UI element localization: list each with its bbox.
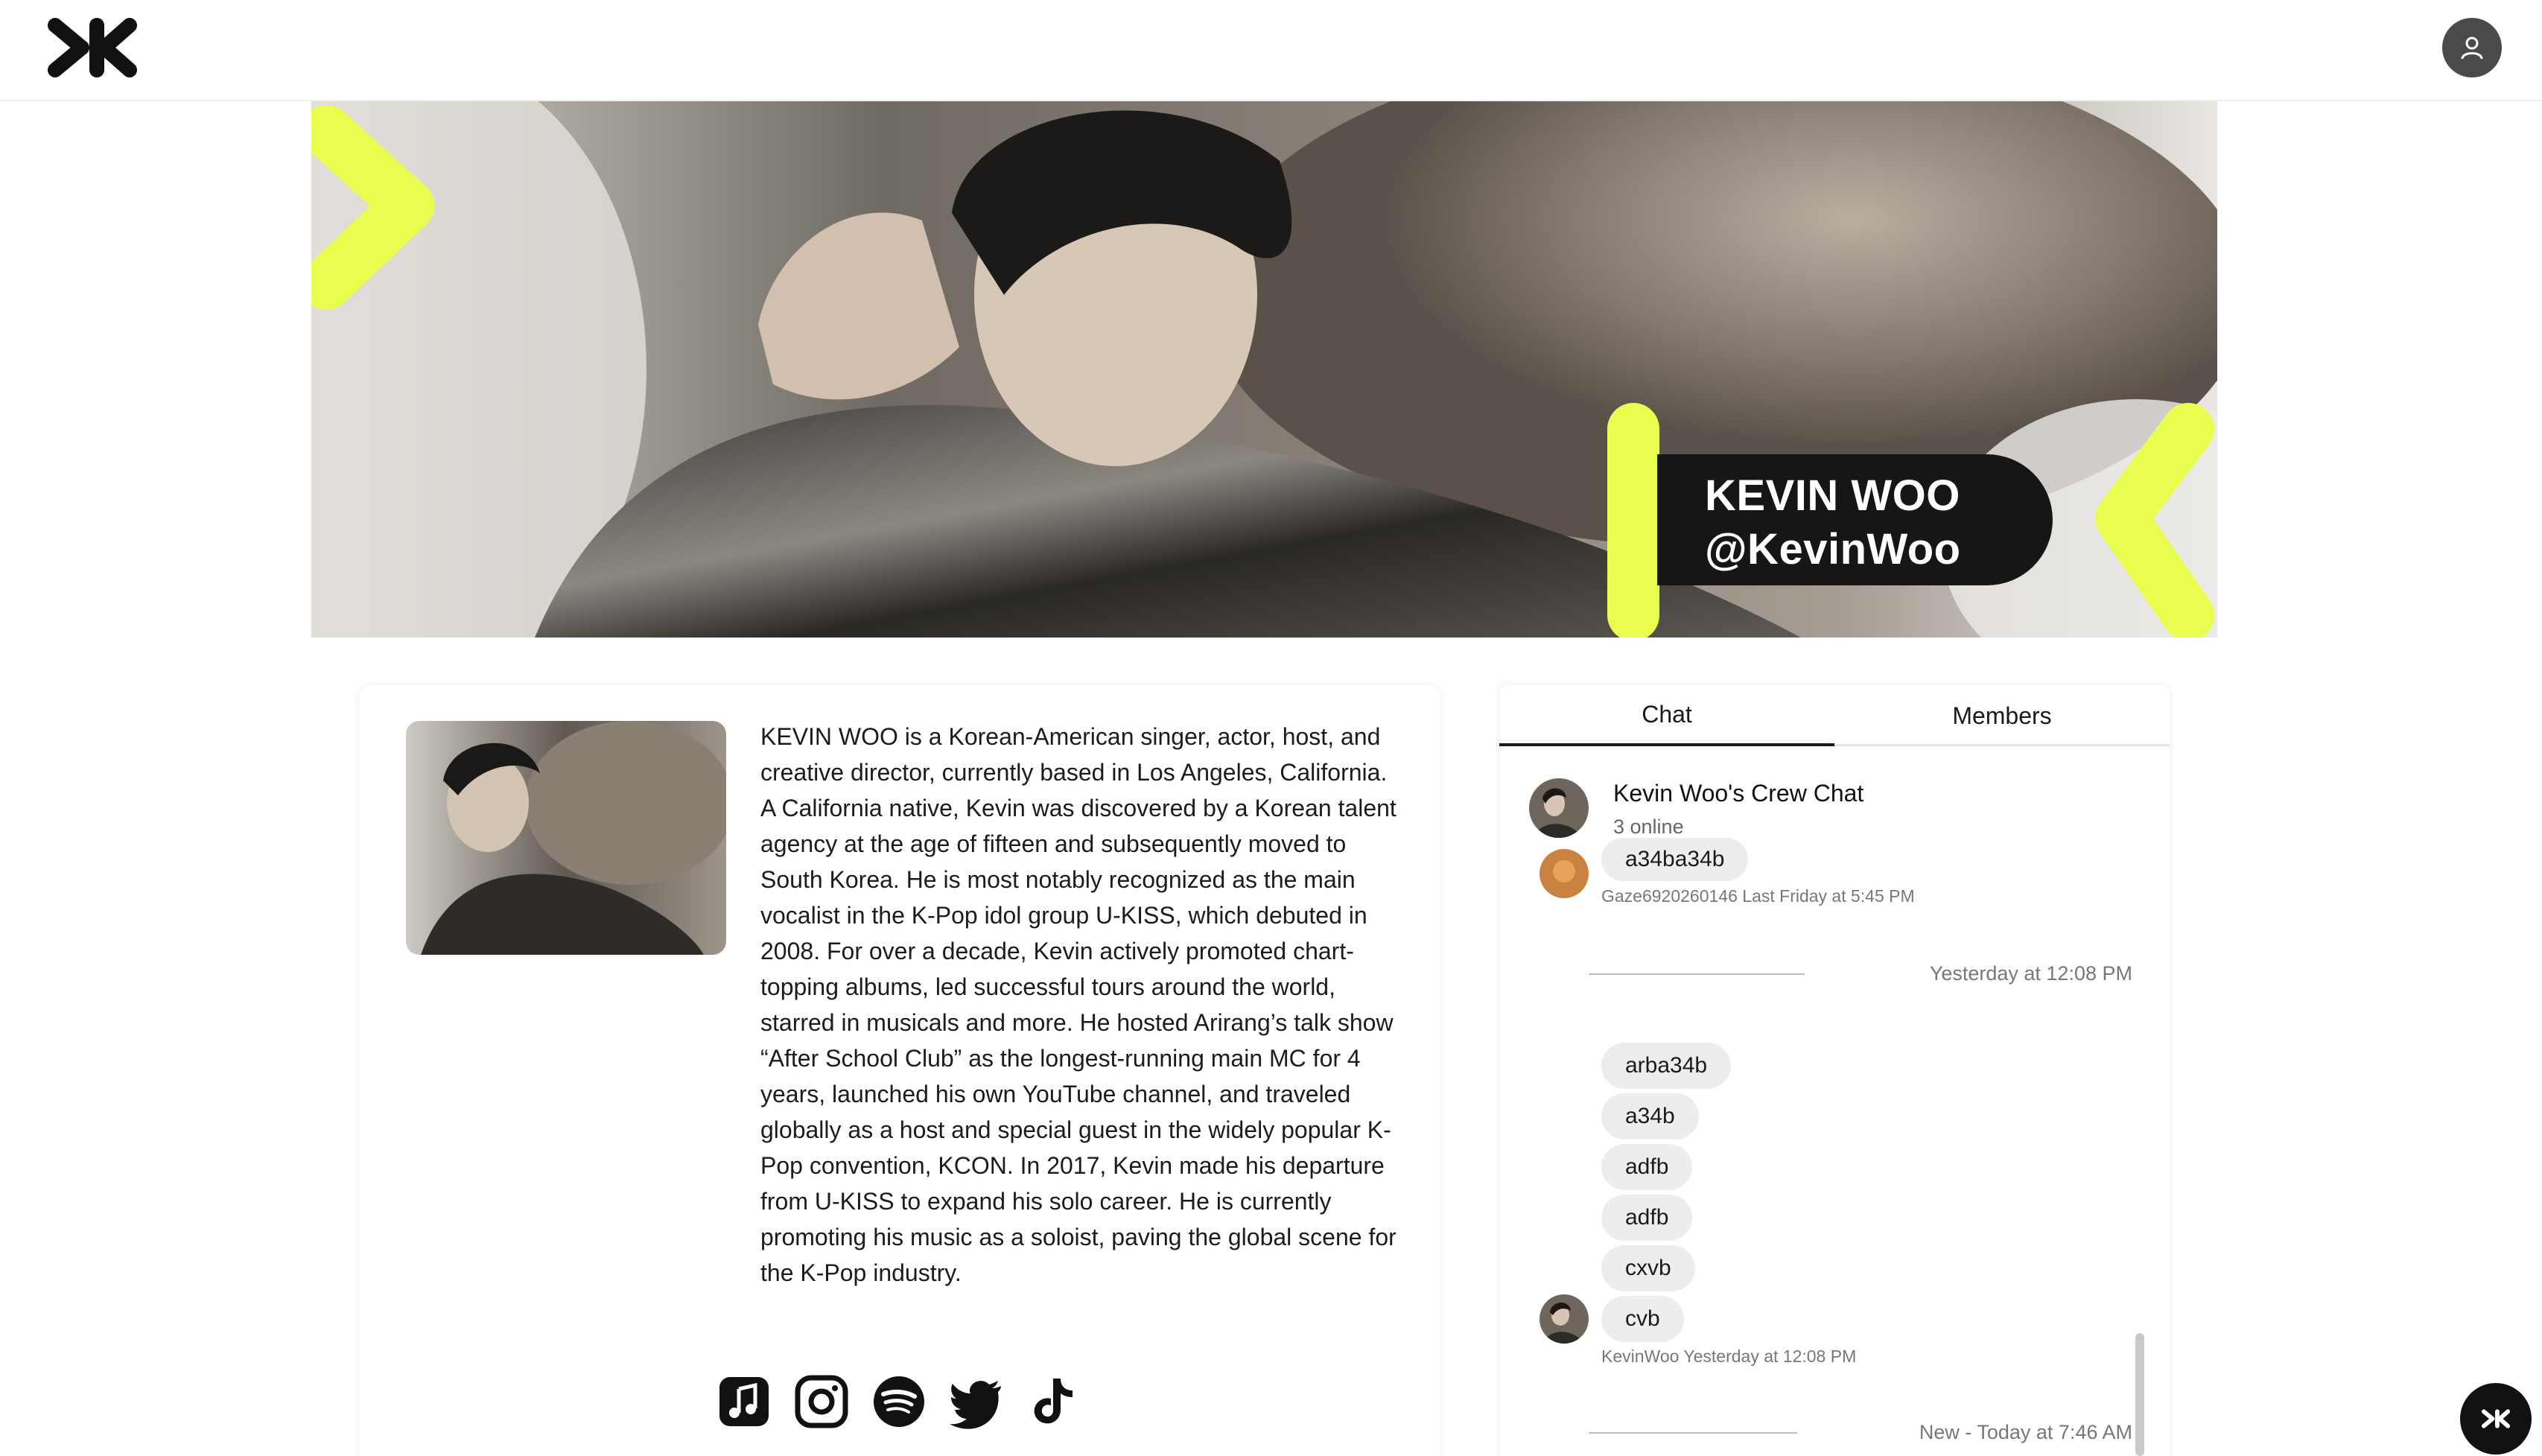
message-list[interactable]: a34ba34b Gaze6920260146 Last Friday at 5… bbox=[1499, 838, 2170, 1456]
tab-members[interactable]: Members bbox=[1834, 685, 2170, 746]
message-bubble: cxvb bbox=[1601, 1245, 1695, 1291]
artist-thumbnail bbox=[406, 721, 726, 955]
tab-chat[interactable]: Chat bbox=[1499, 685, 1834, 746]
chat-title: Kevin Woo's Crew Chat bbox=[1613, 780, 1864, 807]
sender-avatar[interactable] bbox=[1540, 849, 1589, 898]
twitter-icon[interactable] bbox=[949, 1374, 1004, 1429]
tiktok-icon[interactable] bbox=[1026, 1374, 1081, 1429]
user-icon bbox=[2461, 36, 2483, 60]
date-separator: Yesterday at 12:08 PM bbox=[1589, 959, 2132, 988]
date-separator-label: Yesterday at 12:08 PM bbox=[1929, 962, 2132, 985]
artist-bio: KEVIN WOO is a Korean-American singer, a… bbox=[760, 723, 1396, 1286]
artist-handle: @KevinWoo bbox=[1705, 525, 1961, 573]
artist-name: KEVIN WOO bbox=[1705, 471, 1960, 520]
chat-avatar bbox=[1529, 778, 1589, 838]
kk-logo-icon[interactable] bbox=[46, 18, 139, 77]
message-meta: KevinWoo Yesterday at 12:08 PM bbox=[1601, 1347, 1857, 1366]
bio-card: KEVIN WOO is a Korean-American singer, a… bbox=[359, 685, 1440, 1456]
apple-music-icon[interactable] bbox=[716, 1374, 772, 1429]
message-bubble: a34ba34b bbox=[1601, 838, 1749, 881]
message-bubble: adfb bbox=[1601, 1195, 1693, 1241]
chat-scrollbar[interactable] bbox=[2135, 1333, 2144, 1456]
message-bubble: arba34b bbox=[1601, 1043, 1732, 1089]
artist-banner: KEVIN WOO @KevinWoo bbox=[311, 101, 2217, 638]
top-bar bbox=[0, 0, 2542, 101]
new-messages-label: New - Today at 7:46 AM bbox=[1919, 1421, 2132, 1443]
instagram-icon[interactable] bbox=[794, 1374, 849, 1429]
message-meta: Gaze6920260146 Last Friday at 5:45 PM bbox=[1601, 886, 1915, 906]
floating-chat-button[interactable] bbox=[2460, 1383, 2532, 1455]
kk-logo-icon bbox=[2481, 1409, 2511, 1428]
artist-name-pill: KEVIN WOO @KevinWoo bbox=[1657, 454, 2053, 585]
chat-panel: Chat Members Kevin Woo's Crew Chat 3 onl… bbox=[1499, 685, 2170, 1456]
message-bubble: cvb bbox=[1601, 1296, 1684, 1342]
social-links bbox=[716, 1374, 1081, 1429]
message-bubble: adfb bbox=[1601, 1144, 1693, 1190]
chat-tabs: Chat Members bbox=[1499, 685, 2170, 746]
message-bubble: a34b bbox=[1601, 1093, 1699, 1139]
spotify-icon[interactable] bbox=[871, 1374, 927, 1429]
account-button[interactable] bbox=[2442, 18, 2502, 77]
new-messages-separator: New - Today at 7:46 AM bbox=[1589, 1417, 2132, 1447]
chat-online-count: 3 online bbox=[1613, 816, 1684, 838]
sender-avatar[interactable] bbox=[1540, 1294, 1589, 1344]
